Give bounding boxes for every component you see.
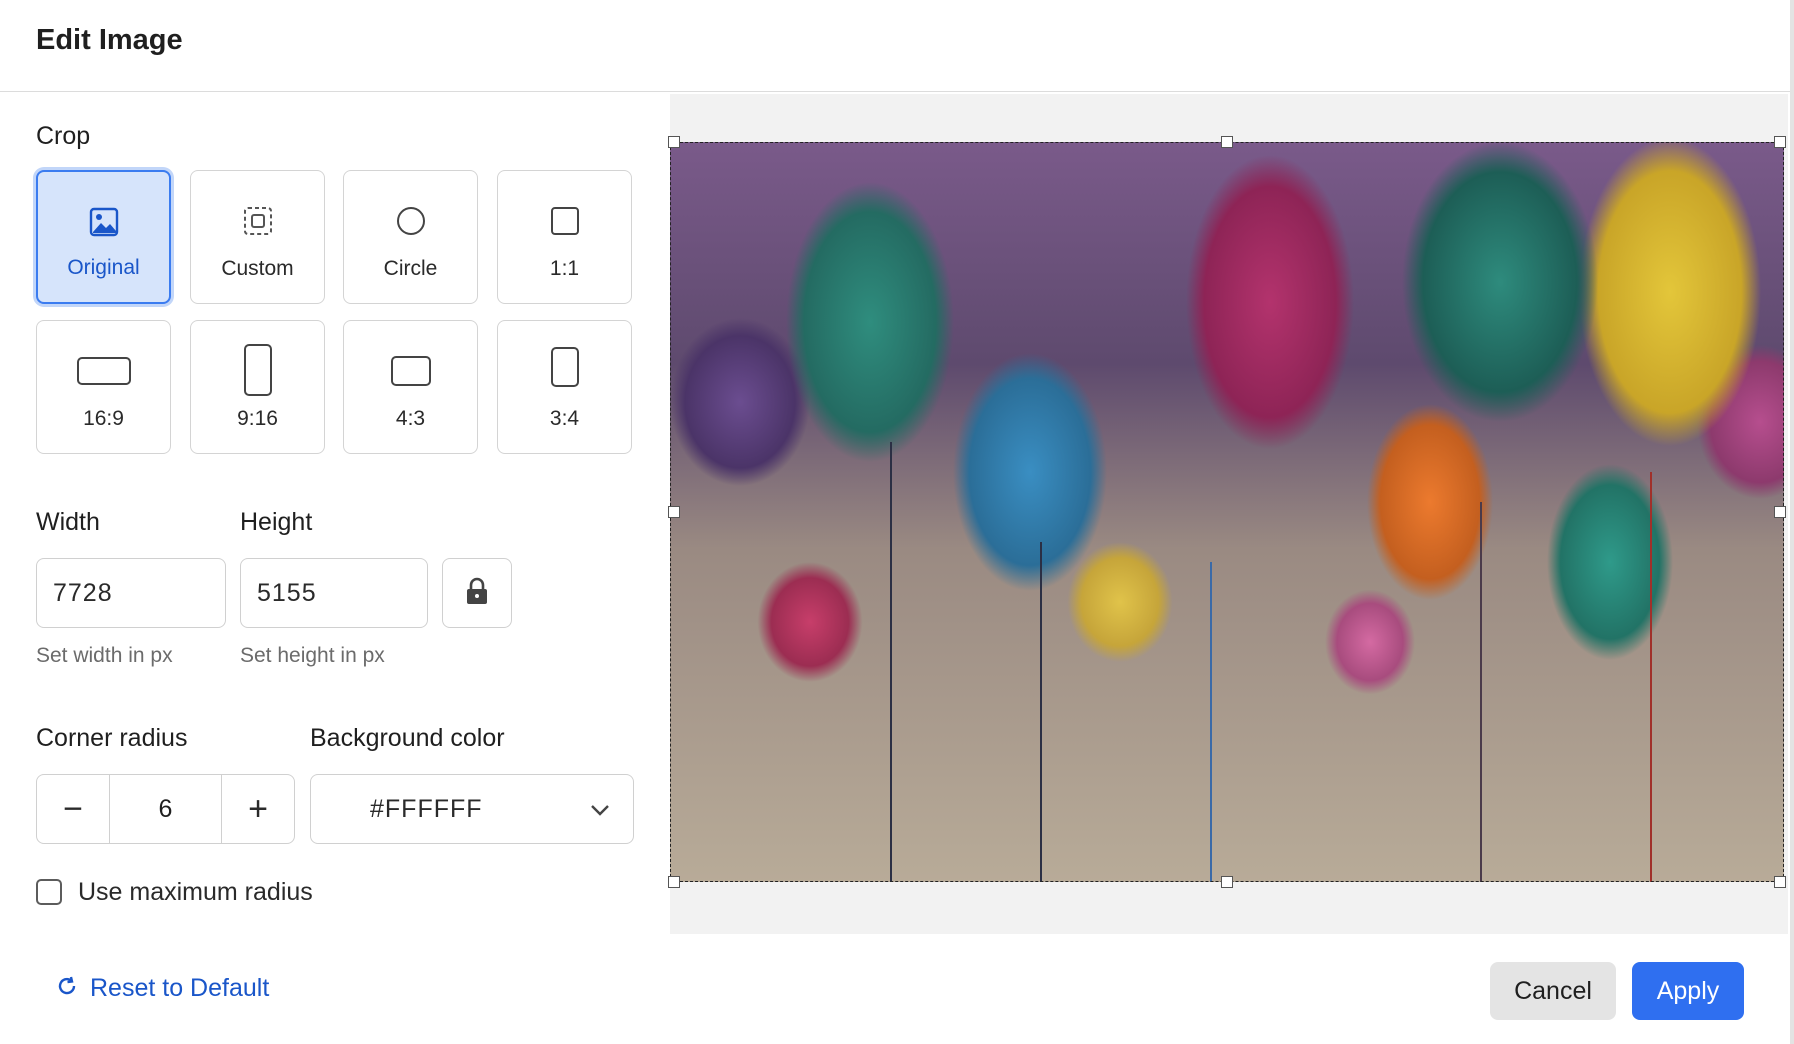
width-hint: Set width in px <box>36 644 173 667</box>
crop-handle-top-left[interactable] <box>668 136 680 148</box>
crop-option-original[interactable]: Original <box>36 170 171 304</box>
max-radius-row: Use maximum radius <box>36 874 313 910</box>
portrait-icon <box>525 345 605 389</box>
crop-option-4-3[interactable]: 4:3 <box>343 320 478 454</box>
dialog-edge <box>1790 0 1794 1044</box>
edit-image-dialog: Edit Image Crop Original Custom Circle 1… <box>0 0 1794 1044</box>
crop-option-circle[interactable]: Circle <box>343 170 478 304</box>
crop-option-label: 4:3 <box>395 407 426 430</box>
landscape-wide-icon <box>64 349 144 393</box>
reset-to-default-link[interactable]: Reset to Default <box>56 974 269 1003</box>
crop-handle-top[interactable] <box>1221 136 1233 148</box>
width-label: Width <box>36 508 100 536</box>
crop-handle-top-right[interactable] <box>1774 136 1786 148</box>
crop-option-3-4[interactable]: 3:4 <box>497 320 632 454</box>
crop-option-label: Circle <box>383 257 438 280</box>
crop-option-9-16[interactable]: 9:16 <box>190 320 325 454</box>
crop-frame[interactable] <box>670 142 1784 882</box>
crop-options: Original Custom Circle 1:1 16:9 9:16 4:3… <box>36 170 634 456</box>
crop-option-1-1[interactable]: 1:1 <box>497 170 632 304</box>
width-input[interactable]: 7728 <box>36 558 226 628</box>
aspect-lock-button[interactable] <box>442 558 512 628</box>
corner-radius-label: Corner radius <box>36 724 188 752</box>
custom-crop-icon <box>218 199 298 243</box>
crop-handle-right[interactable] <box>1774 506 1786 518</box>
crop-handle-bottom-right[interactable] <box>1774 876 1786 888</box>
image-preview-panel <box>668 94 1788 934</box>
crop-option-label: Original <box>67 256 140 279</box>
lock-icon <box>464 576 490 611</box>
image-icon <box>64 200 144 244</box>
decrement-button[interactable]: − <box>37 775 110 843</box>
chevron-down-icon <box>589 799 611 826</box>
background-color-value: #FFFFFF <box>370 794 483 823</box>
crop-label: Crop <box>36 122 91 150</box>
crop-option-label: Custom <box>221 257 294 280</box>
square-icon <box>525 199 605 243</box>
reset-icon <box>56 975 78 1002</box>
height-label: Height <box>240 508 313 536</box>
corner-radius-value[interactable]: 6 <box>109 775 222 843</box>
max-radius-label: Use maximum radius <box>78 877 313 906</box>
height-hint: Set height in px <box>240 644 385 667</box>
crop-handle-bottom[interactable] <box>1221 876 1233 888</box>
crop-handle-left[interactable] <box>668 506 680 518</box>
crop-option-custom[interactable]: Custom <box>190 170 325 304</box>
corner-radius-stepper: − 6 + <box>36 774 295 844</box>
crop-option-label: 16:9 <box>83 407 124 430</box>
height-input[interactable]: 5155 <box>240 558 428 628</box>
crop-handle-bottom-left[interactable] <box>668 876 680 888</box>
background-color-select[interactable]: #FFFFFF <box>310 774 634 844</box>
dialog-title: Edit Image <box>36 24 183 56</box>
max-radius-checkbox[interactable] <box>36 879 62 905</box>
crop-option-16-9[interactable]: 16:9 <box>36 320 171 454</box>
landscape-icon <box>371 349 451 393</box>
crop-option-label: 1:1 <box>549 257 580 280</box>
circle-icon <box>371 199 451 243</box>
portrait-tall-icon <box>218 343 298 397</box>
crop-option-label: 9:16 <box>237 407 278 430</box>
cancel-button[interactable]: Cancel <box>1490 962 1616 1020</box>
crop-option-label: 3:4 <box>549 407 580 430</box>
background-color-label: Background color <box>310 724 505 752</box>
apply-button[interactable]: Apply <box>1632 962 1744 1020</box>
increment-button[interactable]: + <box>221 775 294 843</box>
reset-label: Reset to Default <box>90 974 270 1002</box>
dialog-header: Edit Image <box>0 0 1794 92</box>
